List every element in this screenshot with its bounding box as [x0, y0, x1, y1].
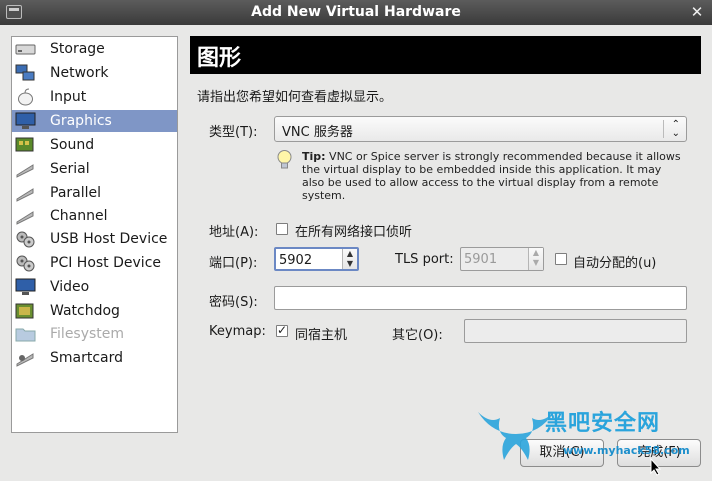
sound-card-icon — [15, 137, 34, 152]
address-checkbox-label[interactable]: 在所有网络接口侦听 — [295, 221, 412, 240]
keymap-same-as-host-checkbox[interactable] — [276, 323, 288, 337]
chip-icon — [15, 303, 34, 319]
keymap-label: Keymap: — [209, 324, 266, 339]
watermark-text: 黑吧安全网 — [545, 411, 661, 436]
storage-icon — [15, 44, 36, 55]
select-separator — [663, 120, 664, 138]
sidebar-item-channel[interactable]: Channel — [12, 205, 177, 227]
sidebar-item-serial[interactable]: Serial — [12, 158, 177, 180]
type-label: 类型(T): — [209, 125, 258, 140]
gear-icon — [16, 231, 35, 248]
sidebar-item-storage[interactable]: Storage — [12, 38, 177, 60]
autoport-checkbox[interactable] — [555, 253, 567, 265]
page-header: 图形 — [190, 36, 701, 74]
tls-port-label: TLS port: — [395, 252, 454, 267]
lightbulb-icon — [277, 150, 292, 169]
mouse-cursor-icon — [650, 458, 662, 476]
sidebar-item-label: Channel — [50, 208, 108, 224]
sidebar-item-parallel[interactable]: Parallel — [12, 182, 177, 204]
sidebar-item-filesystem: Filesystem — [12, 323, 177, 345]
sidebar-item-label: Serial — [50, 161, 90, 177]
autoport-label[interactable]: 自动分配的(u) — [573, 252, 656, 271]
sidebar-item-label: Network — [50, 65, 109, 81]
password-label: 密码(S): — [209, 295, 258, 310]
tip-prefix: Tip: — [302, 150, 326, 163]
sidebar-item-label: Parallel — [50, 185, 102, 201]
port-label: 端口(P): — [209, 256, 258, 271]
channel-icon — [16, 211, 34, 225]
port-spinbox[interactable]: 5902 ▲ ▼ — [274, 247, 359, 271]
chevron-updown-icon: ⌃ ⌄ — [671, 119, 680, 139]
sidebar-item-label: Input — [50, 89, 87, 105]
smartcard-icon — [16, 353, 34, 367]
sidebar-item-smartcard[interactable]: Smartcard — [12, 347, 177, 369]
sidebar-item-video[interactable]: Video — [12, 276, 177, 298]
sidebar-item-network[interactable]: Network — [12, 62, 177, 84]
sidebar-item-label: USB Host Device — [50, 231, 168, 247]
sidebar-item-sound[interactable]: Sound — [12, 134, 177, 156]
sidebar-item-graphics[interactable]: Graphics — [12, 110, 177, 132]
sidebar-item-label: Sound — [50, 137, 95, 153]
close-button[interactable]: ✕ — [688, 3, 706, 21]
sidebar-item-label: Graphics — [50, 113, 112, 129]
sidebar-item-input[interactable]: Input — [12, 86, 177, 108]
page-title: 图形 — [197, 46, 242, 71]
sidebar-item-label: Filesystem — [50, 326, 125, 342]
close-icon: ✕ — [690, 3, 704, 21]
mouse-icon — [18, 88, 33, 106]
keymap-checkbox-label[interactable]: 同宿主机 — [295, 324, 347, 343]
tls-port-stepper: ▲ ▼ — [528, 248, 543, 270]
sidebar-item-usb-host-device[interactable]: USB Host Device — [12, 228, 177, 250]
tls-port-value: 5901 — [464, 252, 498, 267]
address-all-interfaces-checkbox[interactable] — [276, 223, 288, 235]
serial-port-icon — [16, 164, 34, 178]
gear-icon — [16, 255, 35, 272]
sidebar-item-label: Storage — [50, 41, 105, 57]
port-value: 5902 — [279, 253, 313, 268]
monitor-icon — [15, 278, 36, 295]
sidebar-item-label: Watchdog — [50, 303, 120, 319]
type-select-value: VNC 服务器 — [282, 125, 353, 140]
tip-text: Tip: VNC or Spice server is strongly rec… — [302, 150, 686, 202]
other-keymap-field — [464, 319, 687, 343]
sidebar-item-label: Video — [50, 279, 90, 295]
parallel-port-icon — [16, 188, 34, 202]
folder-icon — [15, 328, 36, 342]
title-bar: Add New Virtual Hardware ✕ — [0, 0, 712, 25]
network-icon — [15, 64, 35, 81]
type-select[interactable]: VNC 服务器 ⌃ ⌄ — [274, 116, 687, 142]
other-keymap-label: 其它(O): — [392, 328, 443, 343]
sidebar-item-label: Smartcard — [50, 350, 124, 366]
password-field[interactable] — [274, 286, 687, 310]
window-title: Add New Virtual Hardware — [251, 4, 461, 20]
address-label: 地址(A): — [209, 225, 259, 240]
sidebar-item-label: PCI Host Device — [50, 255, 162, 271]
tip-body: VNC or Spice server is strongly recommen… — [302, 150, 681, 202]
sidebar-item-pci-host-device[interactable]: PCI Host Device — [12, 252, 177, 274]
monitor-icon — [15, 112, 36, 129]
hardware-type-list[interactable]: Storage Network Input Graphics Sound Ser… — [11, 36, 178, 433]
port-stepper[interactable]: ▲ ▼ — [342, 249, 357, 269]
tls-port-spinbox: 5901 ▲ ▼ — [460, 247, 544, 271]
sidebar-item-watchdog[interactable]: Watchdog — [12, 300, 177, 322]
watermark-url: www.myhack58.com — [563, 444, 690, 457]
page-description: 请指出您希望如何查看虚拟显示。 — [197, 90, 393, 105]
